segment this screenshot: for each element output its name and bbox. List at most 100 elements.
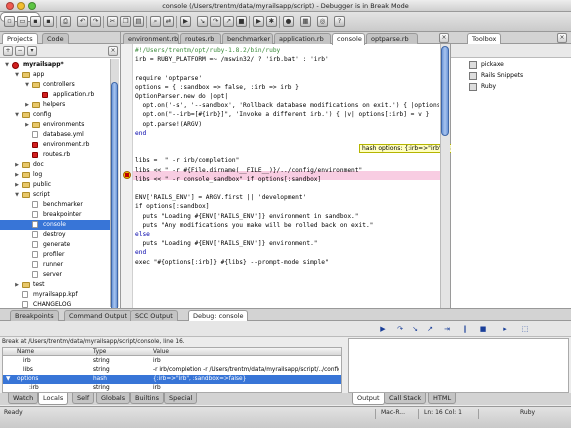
replace-icon[interactable]: ⇄: [163, 16, 174, 27]
step-over-icon[interactable]: ↷: [395, 324, 405, 334]
close-pane-icon[interactable]: ×: [108, 46, 118, 56]
tab-editor-file[interactable]: routes.rb: [180, 33, 221, 44]
status-language[interactable]: Ruby: [520, 407, 535, 428]
chevron-down-icon[interactable]: ▼: [6, 375, 10, 384]
tree-item[interactable]: ▶ doc: [0, 160, 110, 170]
step-out-icon[interactable]: ↗: [425, 324, 435, 334]
save-icon[interactable]: ▪: [30, 16, 41, 27]
tree-item[interactable]: runner: [0, 260, 110, 270]
debug-icon[interactable]: ✱: [266, 16, 277, 27]
step-over-icon[interactable]: ↷: [210, 16, 221, 27]
tree-item[interactable]: ▶ public: [0, 180, 110, 190]
stop-icon[interactable]: ■: [478, 324, 488, 334]
tree-item[interactable]: ▼ script: [0, 190, 110, 200]
step-in-icon[interactable]: ↘: [410, 324, 420, 334]
tree-item[interactable]: ▶ test: [0, 280, 110, 290]
tab-bottom[interactable]: SCC Output: [130, 310, 178, 321]
chevron-right-icon[interactable]: ▶: [14, 280, 20, 290]
undo-icon[interactable]: ↶: [77, 16, 88, 27]
tab-variables[interactable]: Builtins: [130, 393, 165, 404]
tree-item[interactable]: ▼ app: [0, 70, 110, 80]
tree-item[interactable]: destroy: [0, 230, 110, 240]
tab-output[interactable]: Call Stack: [384, 393, 427, 404]
minimize-window-icon[interactable]: [17, 2, 25, 10]
chevron-right-icon[interactable]: ▶: [14, 180, 20, 190]
editor-scrollbar-thumb[interactable]: [441, 46, 449, 136]
add-item-icon[interactable]: +: [3, 46, 13, 56]
tree-item[interactable]: server: [0, 270, 110, 280]
tab-bottom[interactable]: Command Output: [64, 310, 133, 321]
tree-item[interactable]: ▼ myrailsapp*: [0, 60, 110, 70]
tab-bottom[interactable]: Breakpoints: [10, 310, 59, 321]
tree-item[interactable]: ▶ helpers: [0, 100, 110, 110]
tab-editor-file[interactable]: environment.rb: [123, 33, 179, 44]
step-in-icon[interactable]: ↘: [197, 16, 208, 27]
tab-variables[interactable]: Self: [72, 393, 95, 404]
tree-item[interactable]: console: [0, 220, 110, 230]
step-out-icon[interactable]: ↗: [223, 16, 234, 27]
tab-output[interactable]: HTML: [428, 393, 457, 404]
paste-icon[interactable]: ▤: [133, 16, 144, 27]
column-type[interactable]: Type: [93, 348, 106, 356]
stop-icon[interactable]: ■: [236, 16, 247, 27]
new-file-icon[interactable]: ▫: [4, 16, 15, 27]
redo-icon[interactable]: ↷: [90, 16, 101, 27]
variable-row[interactable]: :irb string irb: [3, 384, 341, 393]
tree-item[interactable]: ▶ environments: [0, 120, 110, 130]
chevron-down-icon[interactable]: ▼: [4, 60, 10, 70]
save-all-icon[interactable]: ▪: [43, 16, 54, 27]
variable-row[interactable]: ▼ options hash {:irb=>"irb", :sandbox=>fals…: [3, 375, 341, 384]
close-window-icon[interactable]: [6, 2, 14, 10]
tree-item[interactable]: generate: [0, 240, 110, 250]
copy-icon[interactable]: ❐: [120, 16, 131, 27]
tree-scrollbar-thumb[interactable]: [111, 82, 118, 322]
tree-item[interactable]: ▶ log: [0, 170, 110, 180]
chevron-down-icon[interactable]: ▼: [14, 190, 20, 200]
column-value[interactable]: Value: [153, 348, 169, 356]
variable-row[interactable]: libs string -r irb/completion -r /Users/tr…: [3, 366, 341, 375]
tree-item[interactable]: ▼ config: [0, 110, 110, 120]
tree-item[interactable]: database.yml: [0, 130, 110, 140]
go-icon[interactable]: ▶: [378, 324, 388, 334]
run-to-cursor-icon[interactable]: ⇥: [442, 324, 452, 334]
project-menu-icon[interactable]: ▾: [27, 46, 37, 56]
go-icon[interactable]: ▶: [180, 16, 191, 27]
interact-icon[interactable]: ▸: [500, 324, 510, 334]
tree-item[interactable]: ▼ controllers: [0, 80, 110, 90]
tab-editor-file[interactable]: optparse.rb: [366, 33, 418, 44]
tab-output[interactable]: Output: [352, 393, 385, 405]
variable-row[interactable]: irb string irb: [3, 357, 341, 366]
print-icon[interactable]: ⎙: [60, 16, 71, 27]
break-now-icon[interactable]: ‖: [460, 324, 470, 334]
close-pane-icon[interactable]: ×: [557, 33, 567, 43]
debug-output-pane[interactable]: [348, 338, 569, 393]
remove-item-icon[interactable]: −: [15, 46, 25, 56]
run-icon[interactable]: ▶: [253, 16, 264, 27]
column-name[interactable]: Name: [17, 348, 34, 356]
web-icon[interactable]: ◎: [317, 16, 328, 27]
tab-editor-file[interactable]: application.rb: [274, 33, 331, 44]
tab-variables[interactable]: Special: [164, 393, 198, 404]
tab-code[interactable]: Code: [42, 33, 69, 44]
tree-item[interactable]: breakpointer: [0, 210, 110, 220]
show-current-icon[interactable]: ⬚: [520, 324, 530, 334]
tree-item[interactable]: myrailsapp.kpf: [0, 290, 110, 300]
help-icon[interactable]: ?: [334, 16, 345, 27]
tab-variables[interactable]: Locals: [38, 393, 69, 405]
tree-item[interactable]: routes.rb: [0, 150, 110, 160]
tab-variables[interactable]: Watch: [8, 393, 39, 404]
tree-item[interactable]: application.rb: [0, 90, 110, 100]
chevron-right-icon[interactable]: ▶: [14, 170, 20, 180]
cut-icon[interactable]: ✂: [107, 16, 118, 27]
tab-variables[interactable]: Globals: [96, 393, 131, 404]
open-file-icon[interactable]: ▭: [17, 16, 28, 27]
chevron-right-icon[interactable]: ▶: [14, 160, 20, 170]
tree-item[interactable]: benchmarker: [0, 200, 110, 210]
chevron-down-icon[interactable]: ▼: [14, 110, 20, 120]
tree-item[interactable]: environment.rb: [0, 140, 110, 150]
chevron-right-icon[interactable]: ▶: [24, 100, 30, 110]
chevron-right-icon[interactable]: ▶: [24, 120, 30, 130]
close-tab-icon[interactable]: ×: [439, 33, 449, 43]
chevron-down-icon[interactable]: ▼: [24, 80, 30, 90]
tab-editor-file[interactable]: benchmarker: [222, 33, 273, 44]
